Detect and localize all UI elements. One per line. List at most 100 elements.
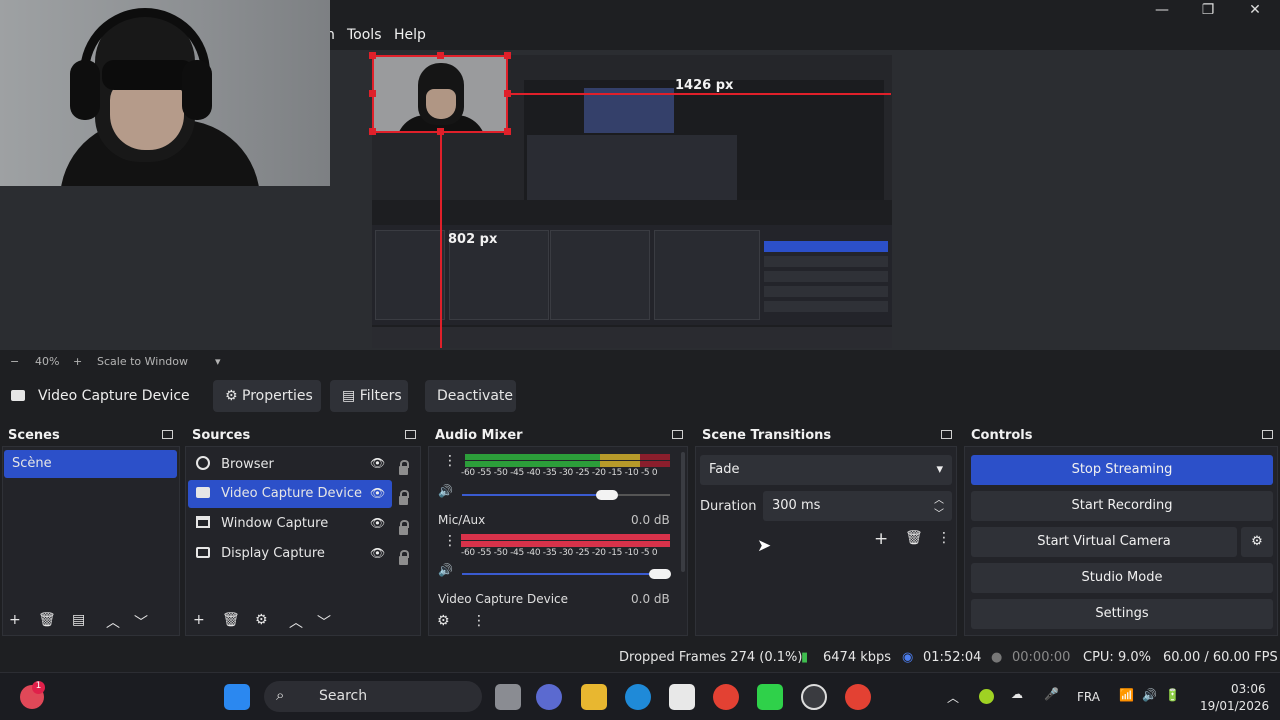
audio-meter-yellow (600, 454, 640, 460)
headphones-right (182, 60, 212, 120)
cloud-icon[interactable]: ☁ (1011, 687, 1023, 701)
kebab-menu-icon[interactable]: ⋮ (443, 453, 457, 469)
volume-slider-knob[interactable] (649, 569, 671, 579)
lock-icon[interactable] (399, 520, 409, 535)
add-icon[interactable]: + (193, 612, 205, 628)
studio-mode-button[interactable]: Studio Mode (971, 563, 1273, 593)
resize-handle[interactable] (437, 52, 444, 59)
trash-icon[interactable]: 🗑 (222, 612, 240, 628)
chevron-down-icon[interactable]: ﹀ (134, 612, 148, 632)
deactivate-button[interactable]: Deactivate (425, 380, 516, 412)
resize-handle[interactable] (369, 128, 376, 135)
speaker-icon[interactable]: 🔊 (438, 563, 453, 577)
store-icon[interactable] (669, 684, 695, 710)
windows-start-icon[interactable] (224, 684, 250, 710)
add-icon[interactable]: + (9, 612, 21, 628)
eye-icon[interactable]: 👁 (370, 486, 385, 500)
eye-icon[interactable]: 👁 (370, 516, 385, 530)
menu-item-help[interactable]: Help (394, 27, 426, 43)
chevron-up-icon[interactable]: ︿ (106, 612, 120, 632)
resize-handle[interactable] (504, 52, 511, 59)
close-button[interactable]: ✕ (1232, 2, 1278, 22)
menu-item-tools[interactable]: Tools (347, 27, 382, 43)
dropped-frames: Dropped Frames 274 (0.1%) (619, 650, 803, 665)
resize-handle[interactable] (369, 52, 376, 59)
volume-slider-knob[interactable] (596, 490, 618, 500)
volume-slider-track[interactable] (462, 494, 610, 496)
kebab-menu-icon[interactable]: ⋮ (443, 533, 457, 549)
zoom-bar: − 40% + Scale to Window ▾ (0, 350, 1280, 372)
chrome-profile-icon[interactable] (845, 684, 871, 710)
volume-slider-track[interactable] (610, 494, 670, 496)
preview-nested-mixer (550, 230, 650, 320)
gear-icon[interactable]: ⚙ (437, 613, 450, 629)
start-recording-button[interactable]: Start Recording (971, 491, 1273, 521)
transition-value: Fade (709, 462, 740, 477)
trash-icon[interactable]: 🗑 (905, 530, 923, 546)
chevron-up-icon[interactable]: ︿ (947, 689, 959, 706)
file-explorer-icon[interactable] (581, 684, 607, 710)
chrome-icon[interactable] (713, 684, 739, 710)
task-view-icon[interactable] (495, 684, 521, 710)
volume-slider-track[interactable] (462, 573, 662, 575)
zoom-in-button[interactable]: + (73, 355, 82, 368)
clock-date[interactable]: 19/01/2026 (1200, 699, 1269, 713)
spin-up-icon[interactable]: ︿ (934, 491, 944, 506)
eye-icon[interactable]: 👁 (370, 456, 385, 470)
filter-icon[interactable]: ▤ (72, 612, 85, 628)
stop-streaming-button[interactable]: Stop Streaming (971, 455, 1273, 485)
scale-mode-select[interactable]: Scale to Window (97, 355, 188, 368)
properties-button[interactable]: ⚙ Properties (213, 380, 321, 412)
settings-button[interactable]: Settings (971, 599, 1273, 629)
maximize-button[interactable]: ❐ (1185, 2, 1231, 22)
tray-app-icon[interactable] (979, 689, 994, 704)
virtual-camera-settings-button[interactable]: ⚙ (1241, 527, 1273, 557)
lock-icon[interactable] (399, 550, 409, 565)
teams-icon[interactable] (536, 684, 562, 710)
popout-icon[interactable] (405, 430, 416, 439)
filters-button[interactable]: ▤ Filters (330, 380, 408, 412)
trash-icon[interactable]: 🗑 (38, 612, 56, 628)
volume-icon[interactable]: 🔊 (1142, 688, 1157, 702)
mixer-scrollbar[interactable] (681, 452, 685, 572)
add-icon[interactable]: + (874, 529, 888, 549)
kebab-menu-icon[interactable]: ⋮ (472, 613, 486, 629)
speaker-icon[interactable]: 🔊 (438, 484, 453, 498)
kick-icon[interactable] (757, 684, 783, 710)
eye-icon[interactable]: 👁 (370, 546, 385, 560)
clock-time[interactable]: 03:06 (1231, 682, 1266, 696)
resize-handle[interactable] (504, 90, 511, 97)
battery-icon[interactable]: 🔋 (1165, 688, 1180, 702)
source-item-video-capture[interactable]: Video Capture Device (188, 480, 392, 508)
popout-icon[interactable] (1262, 430, 1273, 439)
popout-icon[interactable] (162, 430, 173, 439)
popout-icon[interactable] (672, 430, 683, 439)
kebab-menu-icon[interactable]: ⋮ (937, 530, 951, 546)
transition-select[interactable]: Fade ▾ (700, 455, 952, 485)
wifi-icon[interactable]: 📶 (1119, 688, 1134, 702)
taskbar-search[interactable]: ⌕ Search (264, 681, 482, 712)
scene-item[interactable]: Scène (4, 450, 177, 478)
zoom-out-button[interactable]: − (10, 355, 19, 368)
spin-down-icon[interactable]: ﹀ (934, 505, 944, 520)
popout-icon[interactable] (941, 430, 952, 439)
filters-label: Filters (359, 388, 402, 404)
microphone-icon[interactable]: 🎤 (1044, 687, 1059, 701)
lock-icon[interactable] (399, 460, 409, 475)
selected-source-box[interactable] (372, 55, 508, 133)
program-preview[interactable] (372, 55, 892, 348)
resize-handle[interactable] (504, 128, 511, 135)
resize-handle[interactable] (437, 128, 444, 135)
resize-handle[interactable] (369, 90, 376, 97)
minimize-button[interactable]: — (1139, 2, 1185, 22)
start-virtual-camera-button[interactable]: Start Virtual Camera (971, 527, 1237, 557)
edge-icon[interactable] (625, 684, 651, 710)
language-indicator[interactable]: FRA (1077, 690, 1100, 704)
gear-icon[interactable]: ⚙ (255, 612, 268, 628)
obs-icon[interactable] (801, 684, 827, 710)
duration-input[interactable]: 300 ms ︿ ﹀ (763, 491, 952, 521)
lock-icon[interactable] (399, 490, 409, 505)
chevron-down-icon[interactable]: ▾ (215, 355, 221, 368)
chevron-down-icon[interactable]: ﹀ (317, 612, 331, 632)
chevron-up-icon[interactable]: ︿ (289, 612, 303, 632)
